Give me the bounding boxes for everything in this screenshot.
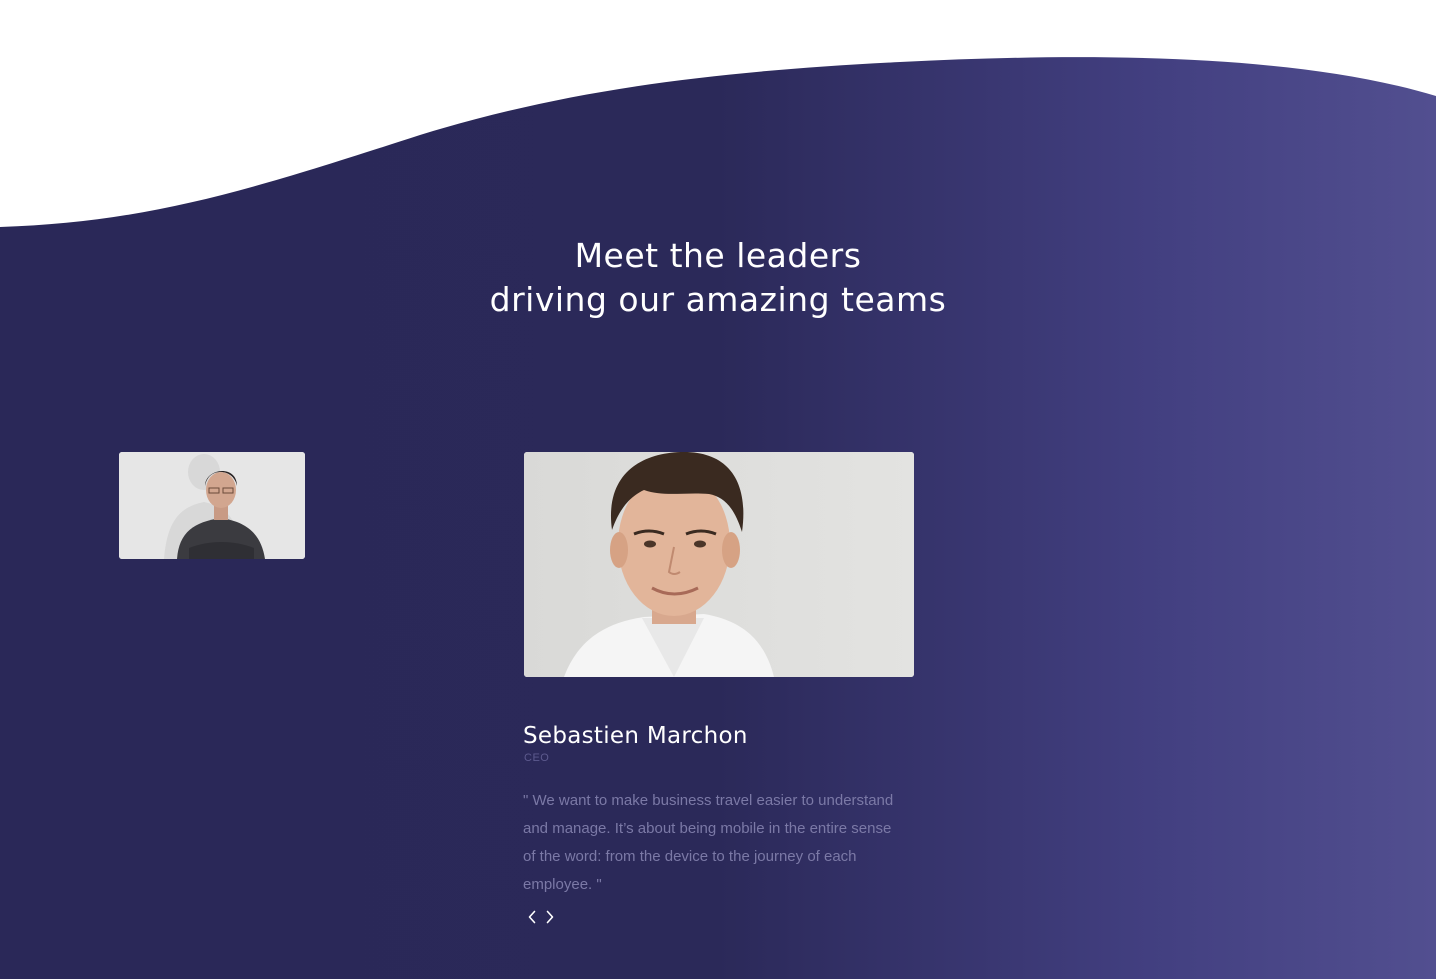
leader-thumbnail[interactable] bbox=[119, 452, 305, 559]
chevron-right-icon bbox=[546, 910, 554, 924]
section-heading: Meet the leaders driving our amazing tea… bbox=[0, 234, 1436, 322]
chevron-left-icon bbox=[528, 910, 536, 924]
heading-line-1: Meet the leaders bbox=[574, 236, 862, 275]
leader-role: CEO bbox=[524, 752, 550, 764]
leader-name: Sebastien Marchon bbox=[523, 723, 748, 749]
heading-line-2: driving our amazing teams bbox=[489, 280, 947, 319]
leaders-section: Meet the leaders driving our amazing tea… bbox=[0, 0, 1436, 979]
leader-quote: " We want to make business travel easier… bbox=[523, 792, 894, 893]
leader-thumbnail-photo bbox=[119, 452, 305, 559]
previous-button[interactable] bbox=[524, 907, 540, 927]
carousel-nav bbox=[524, 907, 558, 927]
leader-photo bbox=[524, 452, 914, 677]
next-button[interactable] bbox=[542, 907, 558, 927]
leader-portrait bbox=[524, 452, 914, 677]
